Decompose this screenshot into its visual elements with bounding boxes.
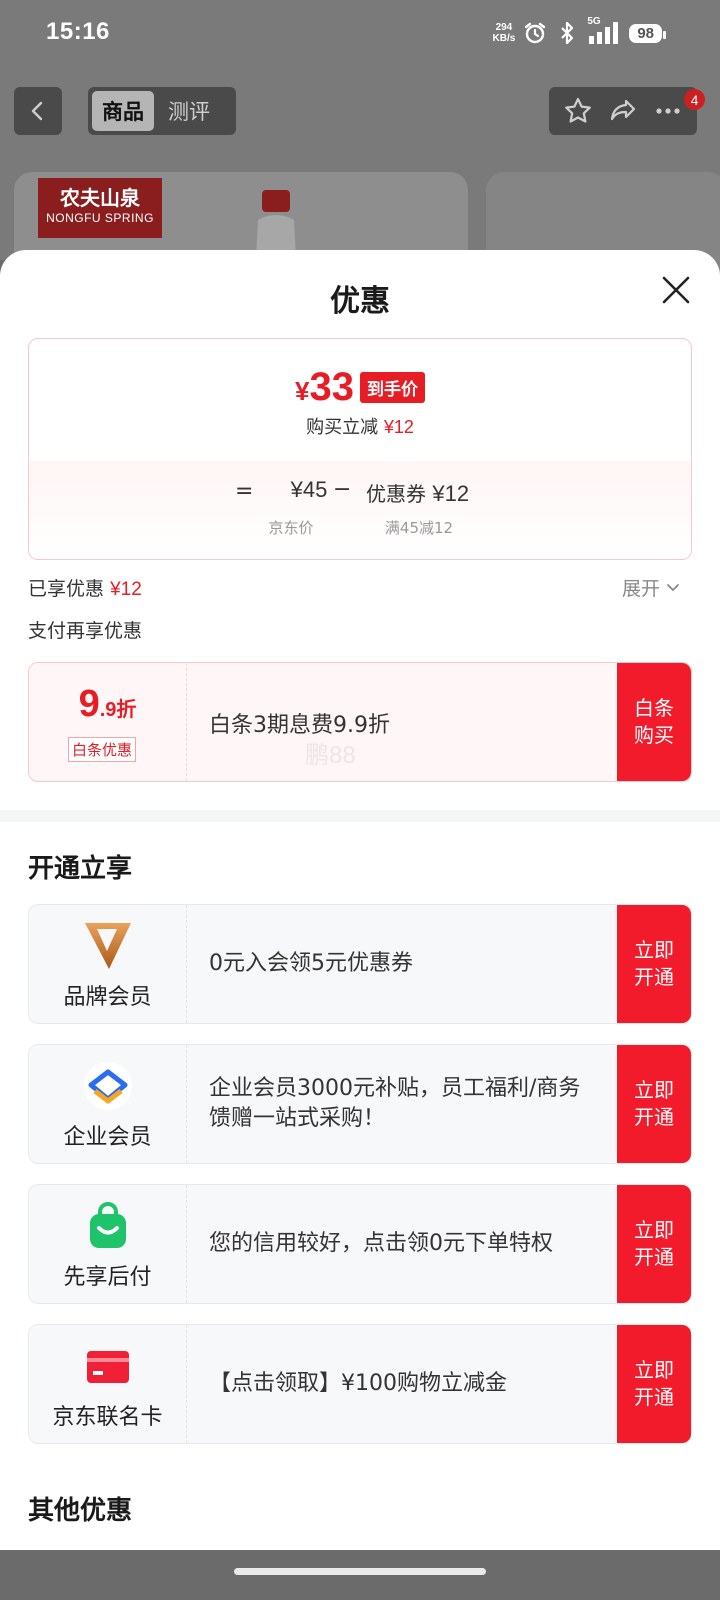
offer-card-pay-later: 先享后付 您的信用较好，点击领0元下单特权 立即 开通: [28, 1184, 692, 1304]
offer-left: 先享后付: [29, 1185, 187, 1303]
watermark: 鹏88: [305, 742, 356, 769]
offer-left: 品牌会员: [29, 905, 187, 1023]
offer-name: 企业会员: [63, 1125, 152, 1150]
offer-card-enterprise-member: 企业会员 企业会员3000元补贴，员工福利/商务馈赠一站式采购！ 立即 开通: [28, 1044, 692, 1164]
final-price-tag: 到手价: [359, 372, 425, 403]
other-section-title: 其他优惠: [28, 1496, 133, 1526]
baitiao-offer-left: 9.9折 白条优惠: [29, 663, 187, 781]
pay-more-label: 支付再享优惠: [28, 620, 143, 642]
coupon-value: ¥12: [432, 481, 470, 506]
offer-name: 品牌会员: [63, 985, 152, 1010]
offer-desc: 【点击领取】¥100购物立减金: [209, 1371, 507, 1396]
offer-card-brand-member: 品牌会员 0元入会领5元优惠券 立即 开通: [28, 904, 692, 1024]
enjoyed-discount-label: 已享优惠: [28, 578, 105, 600]
cart-count-badge: 4: [684, 89, 705, 110]
back-icon: [31, 101, 43, 121]
open-now-button[interactable]: 立即 开通: [617, 1045, 691, 1163]
back-button[interactable]: [14, 87, 62, 135]
instant-reduction-label: 购买立减: [306, 417, 379, 438]
open-now-button[interactable]: 立即 开通: [617, 1325, 691, 1443]
more-icon[interactable]: [652, 95, 684, 127]
bluetooth-icon: [561, 21, 574, 45]
price-breakdown-card: ¥ 33 到手价 购买立减 ¥12 = ¥45 − 优惠券 ¥12 京东价 满4…: [28, 338, 692, 560]
alarm-icon: [525, 22, 546, 44]
offer-desc: 企业会员3000元补贴，员工福利/商务馈赠一站式采购！: [209, 1076, 581, 1131]
net-speed-value: 294: [495, 22, 513, 33]
offer-desc: 0元入会领5元优惠券: [209, 951, 413, 976]
coupon-caption: 满45减12: [384, 519, 454, 537]
baitiao-offer-card: 9.9折 白条优惠 白条3期息费9.9折 鹏88 白条 购买: [28, 662, 692, 782]
final-price-currency: ¥: [295, 376, 310, 406]
enterprise-member-icon: [84, 1062, 132, 1110]
baitiao-discount-unit: 折: [116, 697, 137, 721]
price-calculation: = ¥45 − 优惠券 ¥12 京东价 满45减12: [29, 461, 691, 559]
brand-member-icon: [85, 923, 131, 969]
battery-icon: 98: [629, 23, 666, 43]
instant-reduction: 购买立减 ¥12: [29, 413, 691, 439]
home-indicator[interactable]: [234, 1568, 486, 1575]
co-brand-card-icon: [87, 1351, 129, 1383]
pay-later-bag-icon: [90, 1202, 126, 1248]
status-bar: 15:16 294 KB/s 5G 98: [0, 0, 720, 68]
brand-logo-cn: 农夫山泉: [60, 186, 140, 210]
baitiao-offer-text: 白条3期息费9.9折: [209, 713, 390, 738]
open-now-button[interactable]: 立即 开通: [617, 905, 691, 1023]
signal-icon: 5G: [587, 16, 621, 46]
expand-label: 展开: [621, 578, 660, 600]
final-price-value: 33: [309, 365, 354, 409]
offer-desc: 您的信用较好，点击领0元下单特权: [209, 1231, 553, 1256]
status-time: 15:16: [46, 18, 110, 45]
net-speed: 294 KB/s: [493, 22, 516, 44]
expand-button[interactable]: 展开: [622, 574, 680, 601]
enjoyed-discount: 已享优惠 ¥12: [28, 574, 142, 601]
nav-tabs: 商品 测评: [88, 87, 236, 135]
minus-sign: −: [333, 477, 352, 502]
tab-product[interactable]: 商品: [92, 91, 154, 131]
open-section-title: 开通立享: [28, 854, 133, 884]
brand-logo-en: NONGFU SPRING: [46, 211, 154, 225]
chevron-down-icon: [667, 583, 679, 591]
baitiao-tag: 白条优惠: [68, 737, 137, 762]
status-icons: 294 KB/s 5G 98: [493, 16, 666, 48]
offer-card-co-brand-card: 京东联名卡 【点击领取】¥100购物立减金 立即 开通: [28, 1324, 692, 1444]
baitiao-discount-small: .9: [99, 699, 117, 721]
baitiao-buy-button[interactable]: 白条 购买: [617, 663, 691, 781]
coupon-deduction: 优惠券 ¥12: [366, 478, 469, 507]
background-page: 15:16 294 KB/s 5G 98 商品 测评 4 农夫山泉 NONGFU…: [0, 0, 720, 292]
final-price-row: ¥ 33 到手价: [29, 365, 691, 410]
open-now-button[interactable]: 立即 开通: [617, 1185, 691, 1303]
offer-name: 先享后付: [63, 1265, 152, 1290]
star-icon[interactable]: [562, 95, 594, 127]
instant-reduction-amount: ¥12: [383, 417, 414, 437]
net-speed-unit: KB/s: [492, 33, 516, 44]
section-divider: [0, 810, 720, 822]
nav-actions: [549, 87, 697, 135]
sheet-title: 优惠: [330, 284, 390, 319]
offer-left: 企业会员: [29, 1045, 187, 1163]
baitiao-discount-big: 9: [78, 683, 100, 725]
brand-logo: 农夫山泉 NONGFU SPRING: [38, 178, 162, 238]
share-icon[interactable]: [607, 95, 639, 127]
equals-sign: =: [235, 479, 254, 504]
gesture-bar: [0, 1550, 720, 1600]
discount-sheet: 优惠 ¥ 33 到手价 购买立减 ¥12 = ¥45 − 优惠券 ¥12 京东价…: [0, 250, 720, 1550]
enjoyed-discount-amount: ¥12: [110, 579, 142, 600]
tab-review[interactable]: 测评: [158, 91, 220, 131]
close-icon[interactable]: [658, 272, 694, 308]
jd-price-caption: 京东价: [268, 519, 314, 537]
coupon-label: 优惠券: [366, 482, 426, 506]
final-price: ¥ 33: [295, 365, 354, 410]
baitiao-discount: 9.9折: [29, 683, 186, 726]
offer-left: 京东联名卡: [29, 1325, 187, 1443]
offer-name: 京东联名卡: [52, 1405, 163, 1430]
